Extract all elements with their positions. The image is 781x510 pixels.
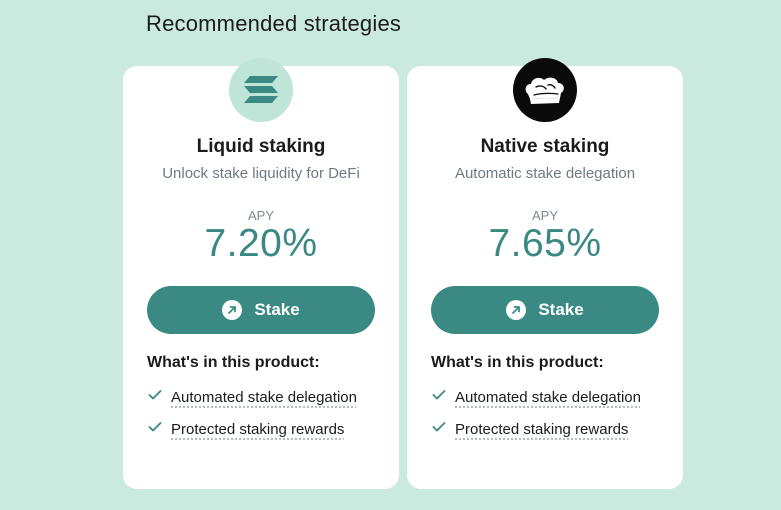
stake-button-label: Stake: [254, 300, 300, 319]
check-icon: [148, 422, 162, 432]
feature-text[interactable]: Automated stake delegation: [455, 386, 641, 410]
chef-hat-logo-icon: [513, 58, 577, 122]
list-item: Automated stake delegation: [147, 386, 377, 410]
strategy-card-liquid-staking: Liquid staking Unlock stake liquidity fo…: [123, 58, 399, 489]
arrow-up-right-icon: [506, 300, 527, 320]
feature-list: Automated stake delegation Protected sta…: [431, 386, 661, 450]
check-icon: [432, 390, 446, 400]
list-item: Protected staking rewards: [147, 418, 377, 442]
feature-text[interactable]: Protected staking rewards: [171, 418, 344, 442]
solana-logo-icon: [229, 58, 293, 122]
section-title: Recommended strategies: [146, 11, 402, 36]
check-icon: [432, 422, 446, 432]
card-subtitle: Unlock stake liquidity for DeFi: [162, 165, 360, 182]
stake-button[interactable]: Stake: [147, 286, 375, 334]
product-heading: What's in this product:: [431, 354, 604, 371]
list-item: Protected staking rewards: [431, 418, 661, 442]
apy-label: APY: [247, 208, 274, 223]
feature-text[interactable]: Protected staking rewards: [455, 418, 628, 442]
stake-button-label: Stake: [538, 300, 584, 319]
list-item: Automated stake delegation: [431, 386, 661, 410]
arrow-up-right-icon: [222, 300, 243, 320]
product-heading: What's in this product:: [147, 354, 320, 371]
stake-button[interactable]: Stake: [431, 286, 659, 334]
feature-text[interactable]: Automated stake delegation: [171, 386, 357, 410]
apy-value: 7.65%: [488, 222, 602, 265]
strategy-card-native-staking: Native staking Automatic stake delegatio…: [407, 58, 683, 489]
check-icon: [148, 390, 162, 400]
card-subtitle: Automatic stake delegation: [454, 165, 636, 182]
card-title: Liquid staking: [196, 136, 326, 157]
apy-label: APY: [531, 208, 558, 223]
feature-list: Automated stake delegation Protected sta…: [147, 386, 377, 450]
apy-value: 7.20%: [204, 222, 318, 265]
card-title: Native staking: [480, 136, 610, 157]
